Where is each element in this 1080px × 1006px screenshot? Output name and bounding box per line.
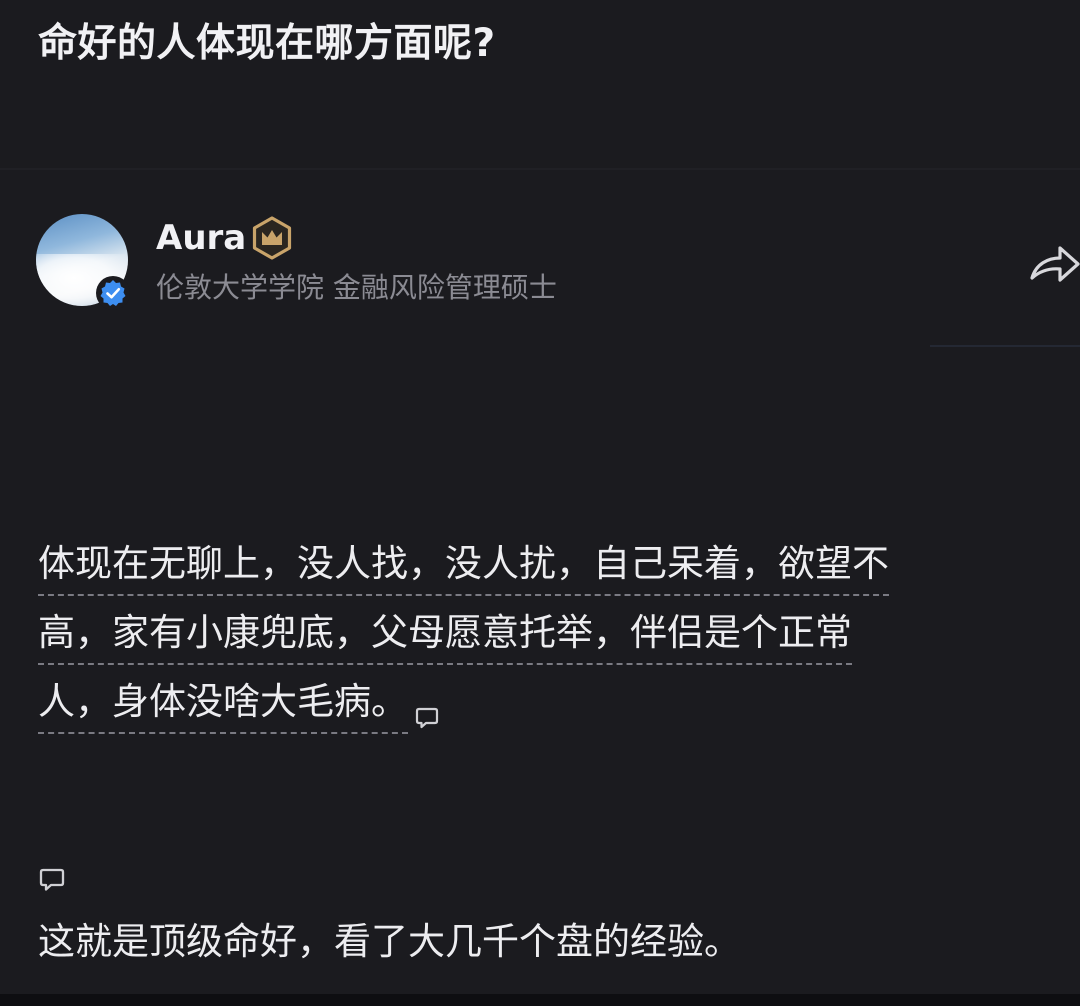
comment-icon[interactable]	[38, 866, 66, 894]
bottom-edge	[0, 994, 1080, 1006]
share-icon[interactable]	[1028, 238, 1080, 288]
answer-line: 高，家有小康兜底，父母愿意托举，伴侣是个正常	[38, 603, 1048, 672]
answer-text-line-1[interactable]: 体现在无聊上，没人找，没人扰，自己呆着，欲望不	[38, 534, 889, 596]
comment-icon[interactable]	[414, 689, 440, 728]
answer-body: 体现在无聊上，没人找，没人扰，自己呆着，欲望不 高，家有小康兜底，父母愿意托举，…	[38, 534, 1048, 741]
crown-badge-icon[interactable]	[250, 216, 294, 260]
section-divider	[930, 345, 1080, 347]
answer-text-line-2[interactable]: 高，家有小康兜底，父母愿意托举，伴侣是个正常	[38, 603, 852, 665]
closing-text: 这就是顶级命好，看了大几千个盘的经验。	[38, 920, 741, 963]
answer-line: 人，身体没啥大毛病。	[38, 672, 1048, 741]
answer-text-line-3[interactable]: 人，身体没啥大毛病。	[38, 672, 408, 734]
author-name[interactable]: Aura	[156, 214, 246, 262]
answer-page: 命好的人体现在哪方面呢? Aura 伦敦大学学院 金融风险管理硕士 体现在无聊上…	[0, 0, 1080, 1006]
author-bio: 伦敦大学学院 金融风险管理硕士	[156, 271, 557, 304]
header-divider	[0, 168, 1080, 170]
author-header: Aura 伦敦大学学院 金融风险管理硕士	[0, 210, 1080, 320]
verified-check-icon	[96, 276, 130, 310]
question-title[interactable]: 命好的人体现在哪方面呢?	[38, 18, 496, 70]
answer-line: 体现在无聊上，没人找，没人扰，自己呆着，欲望不	[38, 534, 1048, 603]
